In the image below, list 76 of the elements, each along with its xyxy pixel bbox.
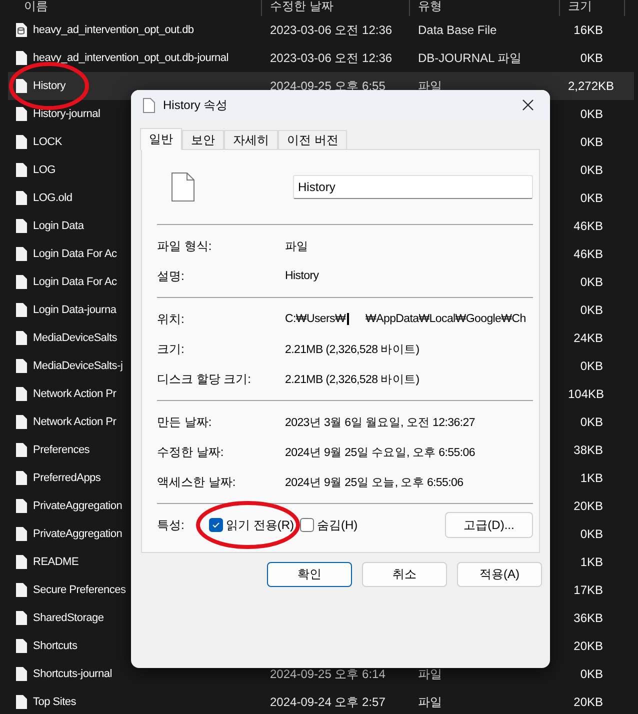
property-value: ₩AppData₩Local₩Google₩Ch [366, 313, 526, 325]
file-size: 0KB [579, 667, 604, 681]
modified-date: 2023-03-06 오전 12:36 [270, 50, 394, 66]
file-size: 20KB [572, 499, 604, 513]
file-name: MediaDeviceSalts-j [33, 360, 123, 372]
file-size: 0KB [579, 527, 604, 541]
property-label: 파일 형식: [157, 238, 213, 254]
file-size: 0KB [579, 275, 604, 289]
file-name: Shortcuts [33, 640, 78, 652]
file-size: 0KB [579, 415, 604, 429]
property-value: 2023년 3월 6일 월요일, 오전 12:36:27 [285, 416, 475, 430]
file-name: PreferredApps [33, 472, 101, 484]
file-name: Network Action Pr [33, 388, 116, 400]
property-value: C:₩Users₩ [285, 313, 346, 325]
file-size: 1KB [579, 555, 604, 569]
file-name: Login Data-journa [33, 304, 116, 316]
file-size: 2,272KB [568, 79, 616, 93]
property-value: 2.21MB (2,326,528 바이트) [285, 372, 420, 386]
modified-date: 2023-03-06 오전 12:36 [270, 22, 394, 38]
file-name: History [33, 80, 66, 92]
property-value: 2024년 9월 25일 수요일, 오후 6:55:06 [285, 446, 475, 460]
property-label: 액세스한 날짜: [157, 474, 237, 490]
file-name: Login Data For Ac [33, 276, 117, 288]
property-label: 수정한 날짜: [157, 444, 225, 460]
file-size: 38KB [572, 443, 604, 457]
file-name: PrivateAggregation [33, 528, 122, 540]
property-label: 만든 날짜: [157, 414, 213, 430]
file-size: 1KB [579, 471, 604, 485]
file-size: 0KB [579, 163, 604, 177]
file-type: Data Base File [418, 23, 498, 37]
file-name: History-journal [33, 108, 100, 120]
file-size: 0KB [579, 359, 604, 373]
file-size: 36KB [572, 611, 604, 625]
file-size: 104KB [568, 387, 606, 401]
property-label: 디스크 할당 크기: [157, 370, 252, 388]
file-name: heavy_ad_intervention_opt_out.db-journal [33, 52, 228, 64]
file-size: 0KB [579, 303, 604, 317]
file-size: 20KB [572, 695, 604, 709]
file-size: 0KB [579, 107, 604, 121]
file-size: 0KB [579, 51, 604, 65]
file-name: Top Sites [33, 696, 76, 708]
file-name: Network Action Pr [33, 416, 116, 428]
file-name: LOG.old [33, 192, 72, 204]
property-label: 설명: [157, 268, 186, 284]
modified-date: 2024-09-25 오후 6:14 [270, 666, 386, 682]
file-type: 파일 [418, 694, 443, 710]
file-name: PrivateAggregation [33, 500, 122, 512]
file-size: 17KB [572, 583, 604, 597]
file-name: Login Data [33, 220, 84, 232]
file-size: 24KB [572, 331, 604, 345]
file-type: DB-JOURNAL 파일 [418, 50, 523, 66]
file-name: MediaDeviceSalts [33, 332, 118, 344]
property-label: 특성: [157, 516, 186, 534]
file-name: Shortcuts-journal [33, 668, 112, 680]
file-size: 46KB [572, 247, 604, 261]
file-name: Login Data For Ac [33, 248, 117, 260]
file-name: LOCK [33, 136, 62, 148]
file-size: 16KB [572, 23, 604, 37]
file-type: 파일 [418, 666, 443, 682]
property-value: 2.21MB (2,326,528 바이트) [285, 342, 420, 356]
file-name: Secure Preferences [33, 584, 126, 596]
property-label: 위치: [157, 310, 186, 328]
file-name: SharedStorage [33, 612, 104, 624]
file-name: Preferences [33, 444, 90, 456]
file-size: 0KB [579, 135, 604, 149]
file-name: LOG [33, 164, 56, 176]
file-size: 0KB [579, 191, 604, 205]
file-name: heavy_ad_intervention_opt_out.db [33, 24, 194, 36]
property-label: 크기: [157, 340, 186, 358]
modified-date: 2024-09-24 오후 2:57 [270, 694, 386, 710]
file-size: 20KB [572, 639, 604, 653]
property-value: History [285, 270, 319, 282]
property-value: 2024년 9월 25일 오늘, 오후 6:55:06 [285, 476, 464, 490]
file-size: 46KB [572, 219, 604, 233]
property-value: 파일 [285, 240, 308, 254]
file-name: README [33, 556, 79, 568]
